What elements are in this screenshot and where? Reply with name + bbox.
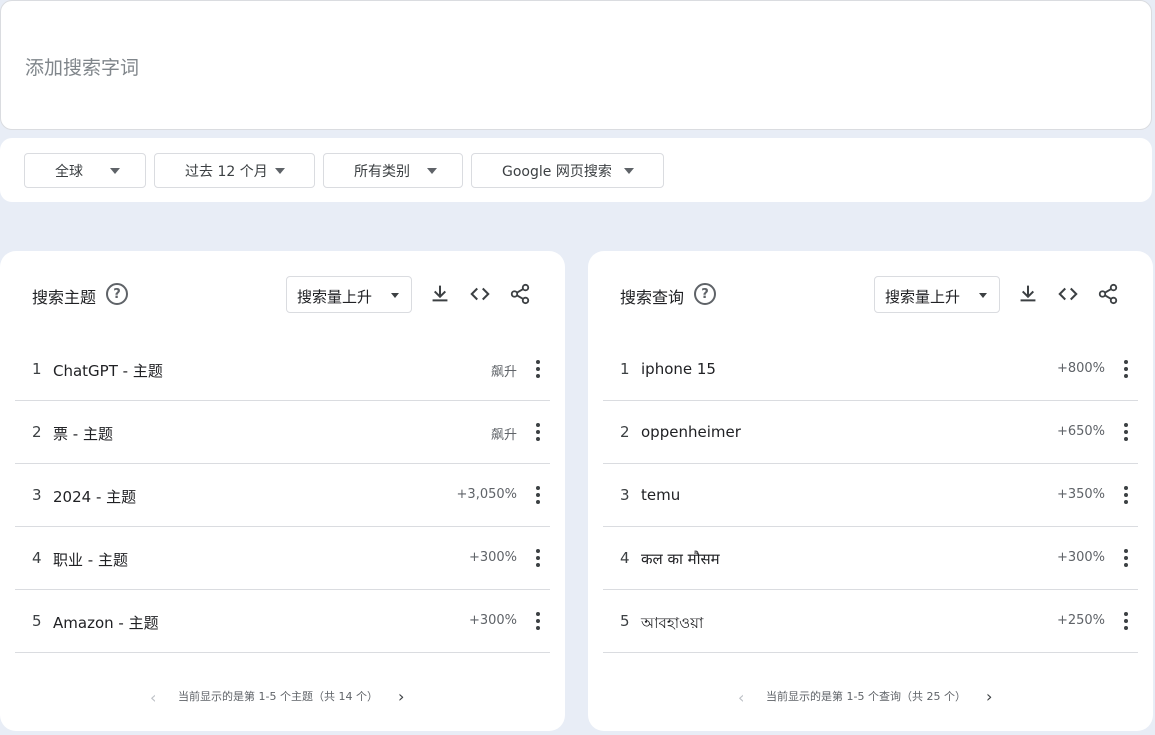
list-item[interactable]: 1 ChatGPT - 主题 飙升 [15,338,550,401]
trend-value: +650% [1056,424,1105,439]
code-embed-icon[interactable] [469,283,491,305]
code-embed-icon[interactable] [1057,283,1079,305]
card-title: 搜索主题 [32,288,97,307]
download-icon[interactable] [429,283,451,305]
question-mark-icon[interactable]: ? [694,283,716,305]
filter-time[interactable]: 过去 12 个月 [154,153,315,188]
question-mark-icon[interactable]: ? [106,283,128,305]
filter-category[interactable]: 所有类别 [323,153,463,188]
rank: 1 [620,360,630,378]
chevron-left-icon[interactable]: ‹ [738,688,744,707]
sort-select[interactable]: 搜索量上升 [874,276,1000,313]
rank: 3 [32,486,42,504]
filter-region-label: 全球 [55,163,83,180]
trend-value: 飙升 [490,428,517,443]
trend-value: +250% [1056,613,1105,628]
topic-term[interactable]: 票 - 主题 [53,423,113,444]
list-item[interactable]: 4 कल का मौसम +300% [603,527,1138,590]
rank: 4 [620,549,630,567]
topic-term[interactable]: 职业 - 主题 [53,549,128,570]
rank: 5 [620,612,630,630]
rank: 1 [32,360,42,378]
chevron-right-icon[interactable]: › [398,687,404,706]
more-vert-icon[interactable] [1122,549,1130,569]
share-icon[interactable] [1097,283,1119,305]
query-term[interactable]: oppenheimer [641,423,741,441]
trend-value: 飙升 [490,365,517,380]
filter-search-type[interactable]: Google 网页搜索 [471,153,664,188]
filter-search-type-label: Google 网页搜索 [502,163,612,180]
caret-down-icon [391,293,399,298]
more-vert-icon[interactable] [534,549,542,569]
sort-select-label: 搜索量上升 [297,288,373,306]
chevron-right-icon[interactable]: › [986,687,992,706]
filter-bar: 全球 过去 12 个月 所有类别 Google 网页搜索 [0,138,1152,202]
rank: 4 [32,549,42,567]
caret-down-icon [275,168,285,174]
more-vert-icon[interactable] [1122,612,1130,632]
trend-value: +350% [1056,487,1105,502]
list-item[interactable]: 3 2024 - 主题 +3,050% [15,464,550,527]
list-item[interactable]: 1 iphone 15 +800% [603,338,1138,401]
more-vert-icon[interactable] [534,360,542,380]
filter-category-label: 所有类别 [354,163,410,180]
caret-down-icon [110,168,120,174]
chevron-left-icon[interactable]: ‹ [150,688,156,707]
query-term[interactable]: कल का मौसम [641,549,720,569]
filter-time-label: 过去 12 个月 [185,163,268,180]
search-input[interactable]: 添加搜索字词 [25,53,139,80]
list-item[interactable]: 2 票 - 主题 飙升 [15,401,550,464]
more-vert-icon[interactable] [534,423,542,443]
caret-down-icon [979,293,987,298]
pagination: ‹ 当前显示的是第 1-5 个查询（共 25 个） › [588,686,1153,707]
more-vert-icon[interactable] [1122,423,1130,443]
rank: 5 [32,612,42,630]
list-item[interactable]: 5 Amazon - 主题 +300% [15,590,550,653]
caret-down-icon [624,168,634,174]
pagination: ‹ 当前显示的是第 1-5 个主题（共 14 个） › [0,686,565,707]
caret-down-icon [427,168,437,174]
sort-select-label: 搜索量上升 [885,288,961,306]
rank: 3 [620,486,630,504]
section-divider [0,202,1155,224]
trend-value: +3,050% [456,487,517,502]
search-box[interactable]: 添加搜索字词 [0,0,1152,130]
trend-value: +300% [468,613,517,628]
rank: 2 [32,423,42,441]
topic-term[interactable]: 2024 - 主题 [53,486,136,507]
list-item[interactable]: 3 temu +350% [603,464,1138,527]
trend-value: +300% [468,550,517,565]
related-queries-card: 搜索查询 ? 搜索量上升 1 iphone 15 +800% 2 oppenhe… [588,251,1153,731]
trend-value: +800% [1056,361,1105,376]
filter-region[interactable]: 全球 [24,153,146,188]
topic-term[interactable]: ChatGPT - 主题 [53,360,163,381]
trend-value: +300% [1056,550,1105,565]
more-vert-icon[interactable] [1122,486,1130,506]
pagination-label: 当前显示的是第 1-5 个主题（共 14 个） [178,690,378,703]
share-icon[interactable] [509,283,531,305]
pagination-label: 当前显示的是第 1-5 个查询（共 25 个） [766,690,966,703]
related-topics-card: 搜索主题 ? 搜索量上升 1 ChatGPT - 主题 飙升 2 票 - 主题 … [0,251,565,731]
topic-term[interactable]: Amazon - 主题 [53,612,159,633]
list-item[interactable]: 2 oppenheimer +650% [603,401,1138,464]
more-vert-icon[interactable] [1122,360,1130,380]
query-term[interactable]: temu [641,486,680,504]
list-item[interactable]: 5 আবহাওয়া +250% [603,590,1138,653]
query-term[interactable]: আবহাওয়া [641,612,703,637]
sort-select[interactable]: 搜索量上升 [286,276,412,313]
download-icon[interactable] [1017,283,1039,305]
card-title: 搜索查询 [620,288,685,307]
rank: 2 [620,423,630,441]
query-term[interactable]: iphone 15 [641,360,716,378]
list-item[interactable]: 4 职业 - 主题 +300% [15,527,550,590]
more-vert-icon[interactable] [534,486,542,506]
more-vert-icon[interactable] [534,612,542,632]
